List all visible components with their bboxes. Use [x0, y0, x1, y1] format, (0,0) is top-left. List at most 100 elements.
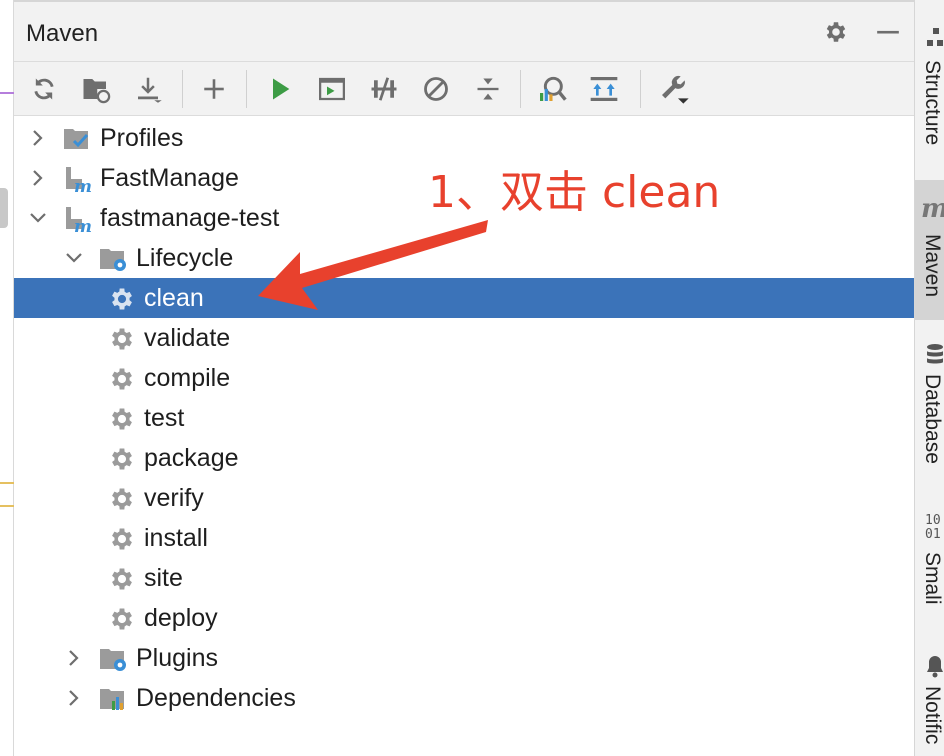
- maven-tool-window: Maven Profiles m FastManage m fastmanage…: [14, 0, 914, 756]
- tree-node-label: clean: [144, 284, 204, 312]
- tab-structure[interactable]: Structure: [915, 0, 944, 172]
- goal-gear-icon: [108, 485, 136, 513]
- tree-node-deploy[interactable]: deploy: [14, 598, 914, 638]
- toolbar-separator: [246, 70, 247, 108]
- gear-icon: [826, 22, 846, 42]
- tree-node-label: Lifecycle: [136, 244, 234, 272]
- tree-node-label: deploy: [144, 604, 218, 632]
- svg-text:m: m: [74, 177, 92, 193]
- tab-database[interactable]: Database: [915, 330, 944, 480]
- refresh-icon: [34, 78, 54, 100]
- chevron-right-icon[interactable]: [64, 688, 84, 708]
- generate-sources-button[interactable]: [78, 71, 114, 107]
- goal-gear-icon: [108, 325, 136, 353]
- editor-scrollbar[interactable]: [0, 188, 8, 228]
- maven-toolbar: [14, 62, 914, 116]
- dependencies-folder-icon: [98, 685, 126, 713]
- tree-node-install[interactable]: install: [14, 518, 914, 558]
- tree-node-lifecycle[interactable]: Lifecycle: [14, 238, 914, 278]
- tab-label: Smali: [921, 552, 944, 605]
- reload-all-projects-button[interactable]: [26, 71, 62, 107]
- show-dependencies-button[interactable]: [586, 71, 622, 107]
- tree-node-plugins[interactable]: Plugins: [14, 638, 914, 678]
- binary-icon: 10 01: [925, 513, 941, 542]
- goal-gear-icon: [108, 445, 136, 473]
- database-icon: [927, 344, 943, 364]
- tree-node-label: Profiles: [100, 124, 184, 152]
- goal-gear-icon: [108, 285, 136, 313]
- tree-node-clean[interactable]: clean: [14, 278, 914, 318]
- analyze-dependencies-button[interactable]: [534, 71, 570, 107]
- toolbar-separator: [520, 70, 521, 108]
- tab-label: Database: [921, 374, 944, 464]
- goal-gear-icon: [108, 605, 136, 633]
- tree-node-label: test: [144, 404, 185, 432]
- bell-icon: [927, 656, 943, 678]
- chevron-right-icon[interactable]: [28, 168, 48, 188]
- tree-node-label: package: [144, 444, 239, 472]
- terminal-icon: [319, 77, 345, 101]
- tree-node-test[interactable]: test: [14, 398, 914, 438]
- maven-settings-button[interactable]: [656, 71, 692, 107]
- chevron-down-icon[interactable]: [28, 208, 48, 228]
- skip-icon: [424, 77, 448, 101]
- hide-panel-button[interactable]: [872, 16, 904, 48]
- goal-gear-icon: [108, 405, 136, 433]
- tree-node-label: compile: [144, 364, 231, 392]
- add-maven-project-button[interactable]: [196, 71, 232, 107]
- maven-titlebar: Maven: [14, 0, 914, 62]
- tab-smali[interactable]: 10 01 Smali: [915, 504, 944, 624]
- svg-text:m: m: [74, 217, 92, 233]
- tree-node-dependencies[interactable]: Dependencies: [14, 678, 914, 718]
- skip-tests-button[interactable]: [418, 71, 454, 107]
- tree-node-label: validate: [144, 324, 231, 352]
- analyze-icon: [540, 76, 567, 101]
- change-marker: [0, 92, 14, 94]
- run-maven-build-button[interactable]: [262, 71, 298, 107]
- toolbar-separator: [640, 70, 641, 108]
- toggle-offline-mode-button[interactable]: [366, 71, 402, 107]
- tree-node-site[interactable]: site: [14, 558, 914, 598]
- tree-node-verify[interactable]: verify: [14, 478, 914, 518]
- tree-node-label: verify: [144, 484, 204, 512]
- chevron-down-icon[interactable]: [64, 248, 84, 268]
- plus-icon: [204, 79, 224, 99]
- tree-node-label: Plugins: [136, 644, 218, 672]
- maven-module-icon: m: [62, 205, 92, 237]
- toolbar-separator: [182, 70, 183, 108]
- tree-node-label: fastmanage-test: [100, 204, 280, 232]
- diagram-icon: [590, 77, 618, 101]
- collapse-icon: [477, 78, 499, 100]
- right-tool-stripe: Structure m Maven Database 10 01 Smali N…: [914, 0, 944, 756]
- profiles-icon: [62, 125, 90, 153]
- tab-label: Notific: [921, 686, 944, 745]
- settings-button[interactable]: [820, 16, 852, 48]
- download-sources-button[interactable]: [130, 71, 166, 107]
- change-marker: [0, 482, 14, 484]
- goal-gear-icon: [108, 525, 136, 553]
- minimize-icon: [877, 30, 899, 34]
- chevron-right-icon[interactable]: [64, 648, 84, 668]
- run-icon: [273, 78, 290, 100]
- lifecycle-folder-icon: [98, 245, 126, 273]
- collapse-all-button[interactable]: [470, 71, 506, 107]
- execute-maven-goal-button[interactable]: [314, 71, 350, 107]
- tree-node-package[interactable]: package: [14, 438, 914, 478]
- folder-refresh-icon: [83, 79, 111, 104]
- tree-node-label: install: [144, 524, 208, 552]
- tab-label: Maven: [921, 234, 944, 298]
- goal-gear-icon: [108, 565, 136, 593]
- offline-icon: [371, 77, 397, 101]
- tree-node-validate[interactable]: validate: [14, 318, 914, 358]
- chevron-right-icon[interactable]: [28, 128, 48, 148]
- plugins-folder-icon: [98, 645, 126, 673]
- tree-node-profiles[interactable]: Profiles: [14, 118, 914, 158]
- tree-node-label: FastManage: [100, 164, 239, 192]
- panel-title: Maven: [26, 20, 99, 47]
- tab-label: Structure: [921, 60, 944, 146]
- maven-module-icon: m: [62, 165, 92, 197]
- tab-maven[interactable]: m Maven: [915, 180, 944, 320]
- tree-node-compile[interactable]: compile: [14, 358, 914, 398]
- tab-notifications[interactable]: Notific: [915, 646, 944, 756]
- tree-node-label: Dependencies: [136, 684, 296, 712]
